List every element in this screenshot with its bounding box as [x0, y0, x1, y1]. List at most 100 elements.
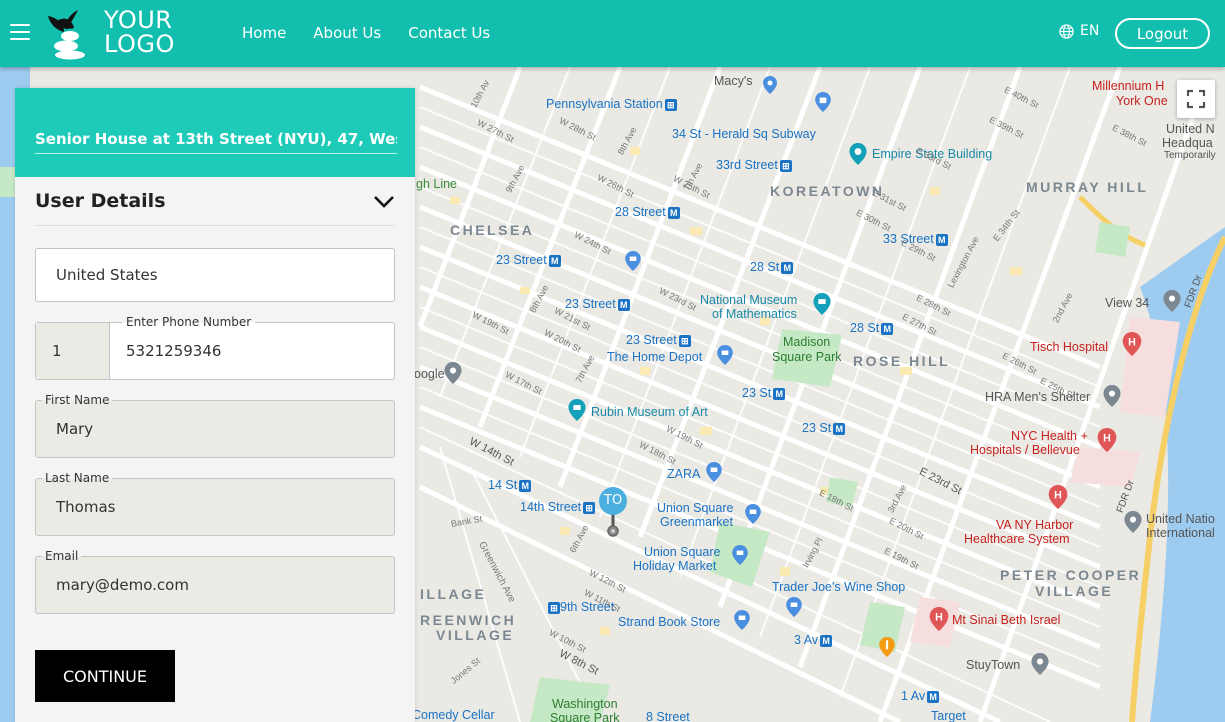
shopping-pin-icon: [763, 76, 777, 94]
poi-label[interactable]: 1 Av M: [901, 689, 940, 703]
poi-label[interactable]: Healthcare System: [964, 532, 1070, 546]
chevron-down-icon[interactable]: [373, 193, 395, 209]
poi-label[interactable]: United Natio: [1146, 512, 1215, 526]
poi-label[interactable]: Macy's: [714, 74, 753, 88]
transit-icon: ⊞: [664, 98, 677, 111]
poi-label[interactable]: International: [1146, 526, 1215, 540]
poi-label[interactable]: Square Park: [550, 711, 619, 722]
poi-label[interactable]: oogle: [414, 367, 445, 381]
poi-label[interactable]: Comedy Cellar: [412, 708, 495, 722]
poi-label[interactable]: York One: [1116, 94, 1168, 108]
nav-about-us[interactable]: About Us: [313, 24, 381, 42]
poi-label[interactable]: Greenmarket: [660, 515, 733, 529]
shopping-pin-icon: [717, 345, 733, 365]
transit-icon: ⊞: [678, 334, 691, 347]
country-field[interactable]: [35, 248, 395, 302]
poi-label[interactable]: 34 St - Herald Sq Subway: [672, 127, 816, 141]
metro-icon: M: [833, 422, 846, 435]
hospital-pin-icon: H: [929, 607, 949, 631]
poi-label[interactable]: 23 St M: [742, 386, 786, 400]
poi-label[interactable]: StuyTown: [966, 658, 1020, 672]
fullscreen-button[interactable]: [1177, 80, 1215, 118]
poi-label[interactable]: The Home Depot: [607, 350, 702, 364]
metro-icon: M: [519, 479, 532, 492]
poi-label[interactable]: 23 Street M: [565, 297, 630, 311]
metro-icon: M: [667, 206, 680, 219]
phone-code-field[interactable]: [36, 323, 110, 379]
poi-label[interactable]: gh Line: [416, 177, 457, 191]
email-field[interactable]: Email: [35, 549, 395, 614]
phone-number-input[interactable]: [110, 323, 394, 379]
menu-icon[interactable]: [10, 24, 30, 40]
poi-label[interactable]: Pennsylvania Station ⊞: [546, 97, 677, 111]
poi-label[interactable]: 28 St M: [850, 321, 894, 335]
poi-label[interactable]: VA NY Harbor: [996, 518, 1073, 532]
poi-label[interactable]: View 34: [1105, 296, 1149, 310]
poi-label[interactable]: United N: [1166, 122, 1215, 136]
poi-text: 28 Street: [615, 205, 666, 219]
poi-label[interactable]: Temporarily: [1164, 150, 1216, 161]
poi-text: 23 St: [742, 386, 772, 400]
logout-button[interactable]: Logout: [1115, 18, 1210, 49]
poi-label[interactable]: 3 Av M: [794, 633, 833, 647]
poi-label[interactable]: of Mathematics: [712, 307, 797, 321]
poi-label[interactable]: ZARA: [667, 467, 700, 481]
poi-label[interactable]: Square Park: [772, 350, 841, 364]
poi-label[interactable]: 23 Street ⊞: [626, 333, 691, 347]
poi-label[interactable]: Holiday Market: [633, 559, 716, 573]
restaurant-pin-icon: [879, 637, 895, 657]
address-input[interactable]: [35, 124, 397, 154]
poi-label[interactable]: 8 Street: [646, 710, 690, 722]
hospital-pin-icon: H: [1122, 332, 1142, 356]
poi-label[interactable]: National Museum: [700, 293, 797, 307]
marker-label: TO: [604, 493, 623, 508]
phone-code-input[interactable]: [36, 323, 109, 379]
fullscreen-icon: [1186, 89, 1206, 109]
poi-text: 14 St: [488, 478, 518, 492]
continue-button[interactable]: CONTINUE: [35, 650, 175, 702]
hospital-pin-icon: H: [1048, 485, 1068, 509]
poi-label[interactable]: Union Square: [644, 545, 720, 559]
nav-contact-us[interactable]: Contact Us: [408, 24, 490, 42]
poi-label[interactable]: Mt Sinai Beth Israel: [952, 613, 1060, 627]
poi-label[interactable]: Washington: [552, 697, 618, 711]
logo[interactable]: YOUR LOGO: [44, 6, 194, 62]
poi-label[interactable]: Madison: [783, 335, 830, 349]
poi-label[interactable]: Target: [931, 709, 966, 722]
nav-home[interactable]: Home: [242, 24, 286, 42]
country-input[interactable]: [36, 249, 394, 301]
neighborhood-label: CHELSEA: [450, 222, 535, 238]
poi-label[interactable]: 14 St M: [488, 478, 532, 492]
first-name-input[interactable]: [36, 401, 394, 457]
svg-text:H: H: [1103, 432, 1111, 444]
poi-label[interactable]: Trader Joe's Wine Shop: [772, 580, 905, 594]
poi-label[interactable]: Strand Book Store: [618, 615, 720, 629]
poi-text: 23 St: [802, 421, 832, 435]
poi-label[interactable]: 28 Street M: [615, 205, 680, 219]
phone-number-field[interactable]: [110, 323, 394, 379]
last-name-field[interactable]: Last Name: [35, 471, 395, 536]
app-header: YOUR LOGO Home About Us Contact Us EN Lo…: [0, 0, 1225, 67]
language-label: EN: [1080, 23, 1100, 39]
poi-label[interactable]: NYC Health +: [1011, 429, 1088, 443]
poi-label[interactable]: 23 Street M: [496, 253, 561, 267]
first-name-field[interactable]: First Name: [35, 393, 395, 458]
transit-icon: ⊞: [548, 601, 560, 614]
poi-label[interactable]: 14th Street ⊞: [520, 500, 596, 514]
last-name-label: Last Name: [42, 471, 113, 485]
email-input[interactable]: [36, 557, 394, 613]
language-selector[interactable]: EN: [1059, 23, 1099, 39]
hospital-pin-icon: H: [1097, 428, 1117, 452]
poi-label[interactable]: 23 St M: [802, 421, 846, 435]
poi-label[interactable]: 28 St M: [750, 260, 794, 274]
last-name-input[interactable]: [36, 479, 394, 535]
poi-label[interactable]: Union Square: [657, 501, 733, 515]
poi-label[interactable]: Rubin Museum of Art: [591, 405, 708, 419]
poi-label[interactable]: Millennium H: [1092, 79, 1164, 93]
museum-pin-icon: [813, 293, 831, 315]
poi-label[interactable]: Hospitals / Bellevue: [970, 443, 1080, 457]
poi-label[interactable]: 33rd Street ⊞: [716, 158, 792, 172]
phone-field[interactable]: Enter Phone Number: [35, 315, 395, 380]
poi-label[interactable]: Tisch Hospital: [1030, 340, 1108, 354]
poi-label[interactable]: Headqua: [1162, 136, 1213, 150]
